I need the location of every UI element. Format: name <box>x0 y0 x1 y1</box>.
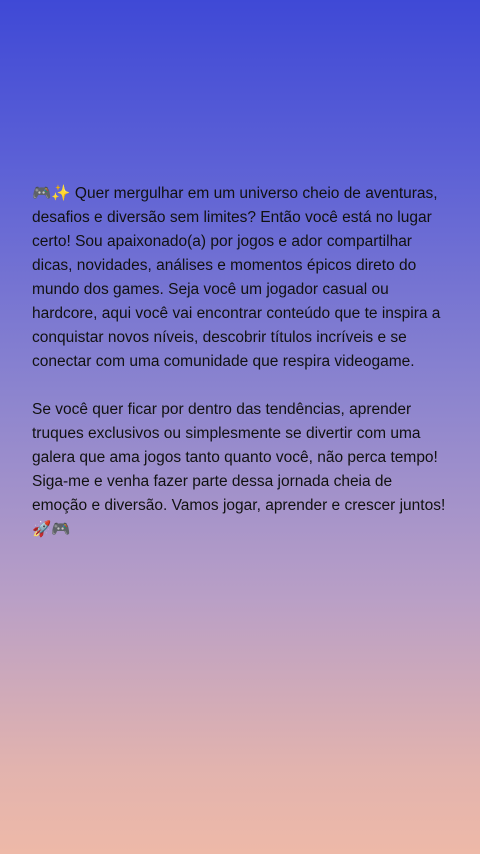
post-text: 🎮✨ Quer mergulhar em um universo cheio d… <box>32 182 448 542</box>
post-paragraph-2: Se você quer ficar por dentro das tendên… <box>32 401 446 538</box>
post-paragraph-1: 🎮✨ Quer mergulhar em um universo cheio d… <box>32 185 441 370</box>
